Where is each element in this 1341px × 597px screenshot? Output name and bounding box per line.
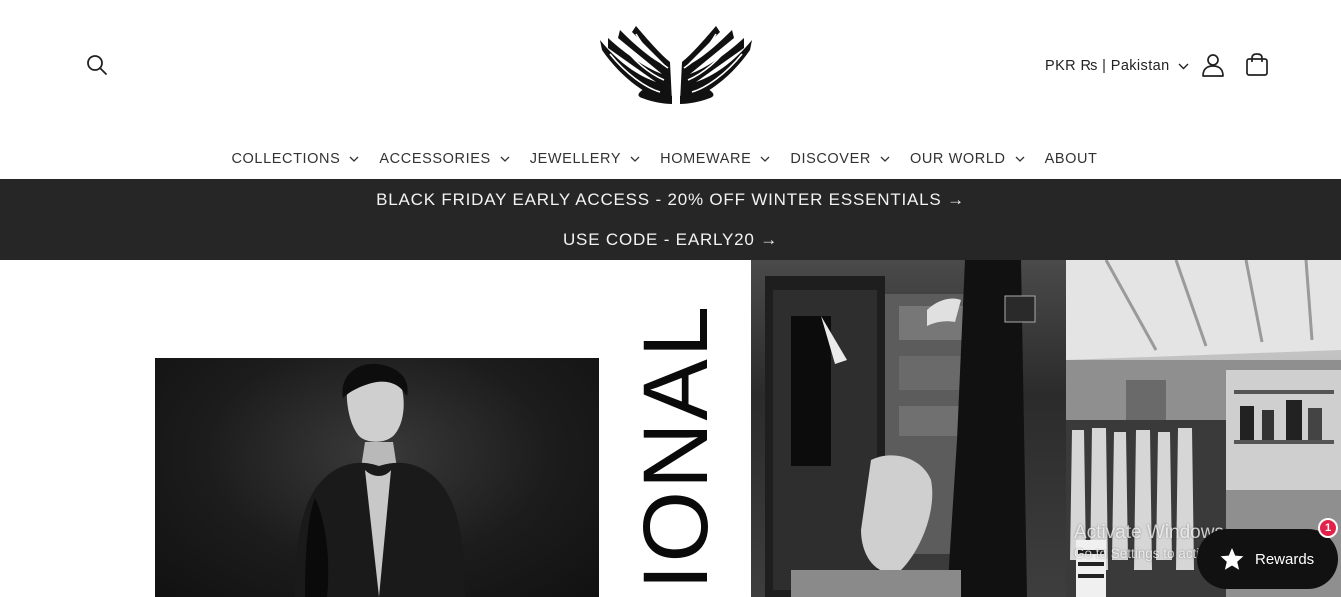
user-icon [1202, 54, 1224, 77]
nav-label: ABOUT [1044, 151, 1098, 167]
currency-selector[interactable]: PKR ₨ | Pakistan [1045, 56, 1189, 76]
announcement-link-black-friday[interactable]: BLACK FRIDAY EARLY ACCESS - 20% OFF WINT… [0, 190, 1341, 210]
brand-logo[interactable] [594, 22, 758, 108]
model-photo [155, 358, 599, 597]
rewards-notification-badge: 1 [1318, 518, 1338, 538]
account-button[interactable] [1201, 52, 1225, 78]
hero-vertical-label: IONAL [625, 304, 725, 590]
site-header: PKR ₨ | Pakistan [0, 0, 1341, 140]
nav-item-about[interactable]: ABOUT [1045, 146, 1098, 172]
nav-label: JEWELLERY [529, 151, 622, 167]
nav-item-our-world[interactable]: OUR WORLD [910, 146, 1025, 172]
nav-label: COLLECTIONS [231, 151, 341, 167]
search-button[interactable] [84, 52, 110, 78]
chevron-down-icon [1015, 156, 1025, 162]
announcement-bar: BLACK FRIDAY EARLY ACCESS - 20% OFF WINT… [0, 179, 1341, 260]
nav-label: DISCOVER [790, 151, 871, 167]
nav-label: HOMEWARE [660, 151, 752, 167]
model-figure-image [295, 363, 465, 597]
announcement-link-code[interactable]: USE CODE - EARLY20 → [0, 230, 1341, 250]
wings-logo-icon [600, 26, 752, 104]
nav-item-homeware[interactable]: HOMEWARE [660, 146, 770, 172]
chevron-down-icon [880, 156, 890, 162]
nav-label: ACCESSORIES [379, 151, 491, 167]
cart-button[interactable] [1244, 52, 1270, 78]
chevron-down-icon [500, 156, 510, 162]
chevron-down-icon [1178, 63, 1189, 69]
nav-item-accessories[interactable]: ACCESSORIES [379, 146, 510, 172]
chevron-down-icon [630, 156, 640, 162]
nav-item-collections[interactable]: COLLECTIONS [231, 146, 359, 172]
nav-item-discover[interactable]: DISCOVER [790, 146, 890, 172]
hero-panel-left: IONAL [0, 260, 751, 597]
star-icon [1220, 548, 1244, 570]
rewards-label: Rewards [1255, 550, 1315, 568]
trunk-wardrobe-image [765, 260, 1036, 597]
hero-vertical-text: IONAL [625, 304, 725, 590]
cart-icon [1246, 53, 1268, 76]
chevron-down-icon [349, 156, 359, 162]
currency-label: PKR ₨ | Pakistan [1045, 58, 1170, 74]
search-icon [87, 55, 107, 75]
nav-label: OUR WORLD [909, 151, 1006, 167]
chevron-down-icon [760, 156, 770, 162]
nav-item-jewellery[interactable]: JEWELLERY [530, 146, 640, 172]
hero-panel-trunk [751, 260, 1066, 597]
main-navigation: COLLECTIONS ACCESSORIES JEWELLERY HOMEWA… [0, 146, 1341, 172]
rewards-launcher[interactable]: Rewards [1197, 529, 1338, 589]
